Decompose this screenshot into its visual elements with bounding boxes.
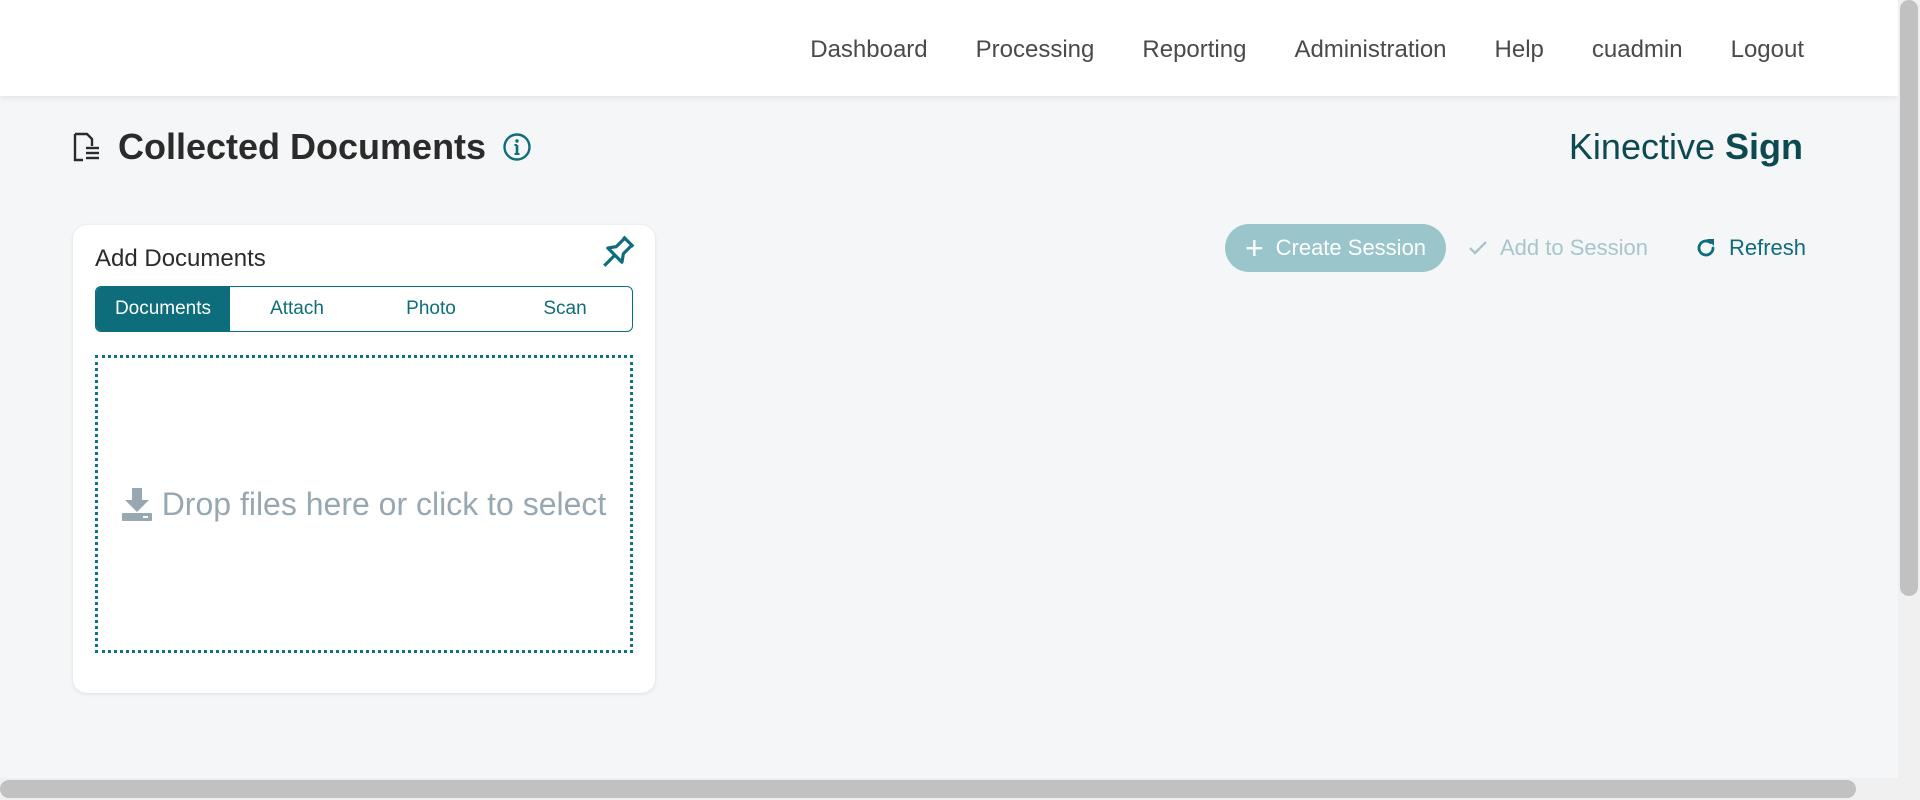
- vertical-scrollbar-thumb[interactable]: [1900, 0, 1918, 596]
- refresh-icon: [1697, 239, 1715, 257]
- brand-logo: Kinective Sign: [1569, 126, 1803, 168]
- tab-scan[interactable]: Scan: [498, 287, 632, 331]
- brand-name-light: Kinective: [1568, 126, 1725, 167]
- tab-documents[interactable]: Documents: [96, 287, 230, 331]
- pushpin-icon[interactable]: [595, 231, 639, 275]
- page-header: Collected Documents: [72, 122, 532, 172]
- refresh-label: Refresh: [1729, 235, 1807, 260]
- page-title: Collected Documents: [118, 126, 487, 167]
- create-session-button[interactable]: + Create Session: [1225, 224, 1446, 272]
- tab-photo[interactable]: Photo: [364, 287, 498, 331]
- file-dropzone[interactable]: Drop files here or click to select: [95, 355, 633, 653]
- document-list-icon: [73, 132, 99, 162]
- top-navbar: Dashboard Processing Reporting Administr…: [0, 0, 1898, 96]
- info-circle-icon[interactable]: [502, 132, 532, 162]
- nav-item-dashboard[interactable]: Dashboard: [810, 36, 927, 64]
- nav-item-administration[interactable]: Administration: [1294, 36, 1446, 64]
- nav-item-help[interactable]: Help: [1495, 36, 1544, 64]
- horizontal-scrollbar[interactable]: [0, 778, 1898, 800]
- create-session-label: Create Session: [1275, 235, 1427, 260]
- plus-icon: +: [1244, 230, 1264, 266]
- nav-item-reporting[interactable]: Reporting: [1142, 36, 1246, 64]
- refresh-button[interactable]: Refresh: [1695, 224, 1806, 272]
- tab-attach[interactable]: Attach: [230, 287, 364, 331]
- add-to-session-label: Add to Session: [1500, 235, 1648, 260]
- dropzone-text: Drop files here or click to select: [161, 485, 607, 522]
- nav-item-logout[interactable]: Logout: [1731, 36, 1804, 64]
- nav-menu: Dashboard Processing Reporting Administr…: [762, 0, 1804, 100]
- vertical-scrollbar[interactable]: [1898, 0, 1920, 800]
- horizontal-scrollbar-thumb[interactable]: [0, 780, 1856, 798]
- nav-item-user[interactable]: cuadmin: [1592, 36, 1683, 64]
- add-documents-card: Add Documents Documents Attach Photo Sca…: [73, 225, 655, 693]
- checkmark-icon: [1469, 241, 1487, 255]
- nav-item-processing[interactable]: Processing: [976, 36, 1095, 64]
- add-to-session-button[interactable]: Add to Session: [1468, 224, 1648, 272]
- document-source-tabs: Documents Attach Photo Scan: [95, 286, 633, 332]
- brand-name-bold: Sign: [1725, 126, 1803, 167]
- download-icon: [121, 488, 152, 521]
- card-title: Add Documents: [95, 245, 266, 272]
